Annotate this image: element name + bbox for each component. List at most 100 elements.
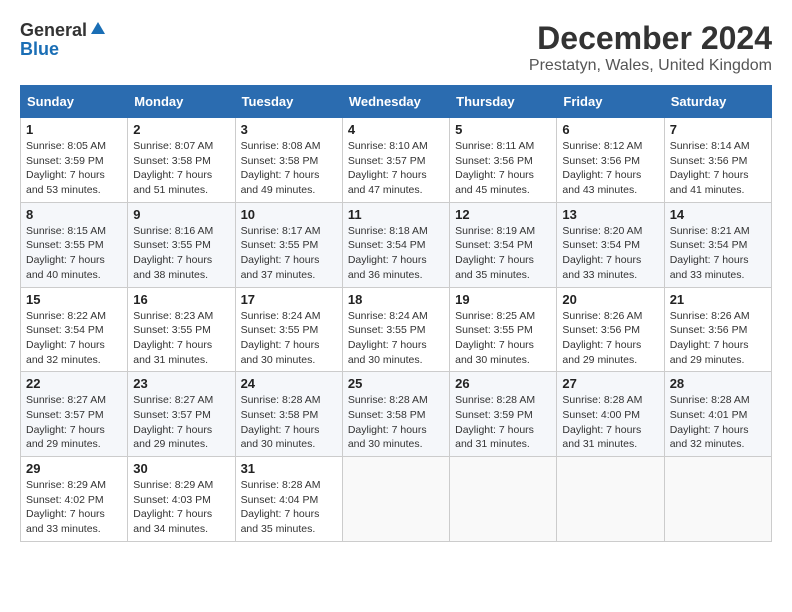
calendar-cell: 6 Sunrise: 8:12 AMSunset: 3:56 PMDaylight… <box>557 118 664 203</box>
day-info: Sunrise: 8:24 AMSunset: 3:55 PMDaylight:… <box>241 309 337 368</box>
calendar-cell: 13 Sunrise: 8:20 AMSunset: 3:54 PMDayligh… <box>557 202 664 287</box>
day-number: 13 <box>562 207 658 222</box>
day-number: 26 <box>455 376 551 391</box>
calendar-cell: 11 Sunrise: 8:18 AMSunset: 3:54 PMDayligh… <box>342 202 449 287</box>
day-number: 19 <box>455 292 551 307</box>
day-number: 25 <box>348 376 444 391</box>
day-number: 7 <box>670 122 766 137</box>
col-header-thursday: Thursday <box>450 86 557 118</box>
day-info: Sunrise: 8:20 AMSunset: 3:54 PMDaylight:… <box>562 224 658 283</box>
day-number: 29 <box>26 461 122 476</box>
day-info: Sunrise: 8:24 AMSunset: 3:55 PMDaylight:… <box>348 309 444 368</box>
calendar-cell: 14 Sunrise: 8:21 AMSunset: 3:54 PMDayligh… <box>664 202 771 287</box>
col-header-monday: Monday <box>128 86 235 118</box>
day-number: 27 <box>562 376 658 391</box>
col-header-friday: Friday <box>557 86 664 118</box>
day-info: Sunrise: 8:11 AMSunset: 3:56 PMDaylight:… <box>455 139 551 198</box>
col-header-saturday: Saturday <box>664 86 771 118</box>
calendar-cell: 24Sunrise: 8:28 AMSunset: 3:58 PMDayligh… <box>235 372 342 457</box>
calendar-cell: 25 Sunrise: 8:28 AMSunset: 3:58 PMDayligh… <box>342 372 449 457</box>
logo-blue-text: Blue <box>20 39 59 60</box>
logo-icon <box>89 20 107 38</box>
calendar-cell: 17 Sunrise: 8:24 AMSunset: 3:55 PMDayligh… <box>235 287 342 372</box>
calendar-cell: 15Sunrise: 8:22 AMSunset: 3:54 PMDayligh… <box>21 287 128 372</box>
col-header-wednesday: Wednesday <box>342 86 449 118</box>
day-number: 2 <box>133 122 229 137</box>
day-number: 6 <box>562 122 658 137</box>
calendar-cell: 10 Sunrise: 8:17 AMSunset: 3:55 PMDayligh… <box>235 202 342 287</box>
logo: General Blue <box>20 20 107 60</box>
day-number: 16 <box>133 292 229 307</box>
logo-general-text: General <box>20 20 87 41</box>
day-number: 21 <box>670 292 766 307</box>
calendar-cell: 18Sunrise: 8:24 AMSunset: 3:55 PMDayligh… <box>342 287 449 372</box>
day-info: Sunrise: 8:27 AMSunset: 3:57 PMDaylight:… <box>133 393 229 452</box>
calendar-week-row: 15Sunrise: 8:22 AMSunset: 3:54 PMDayligh… <box>21 287 772 372</box>
month-title: December 2024 <box>529 20 772 57</box>
day-info: Sunrise: 8:18 AMSunset: 3:54 PMDaylight:… <box>348 224 444 283</box>
day-info: Sunrise: 8:26 AMSunset: 3:56 PMDaylight:… <box>670 309 766 368</box>
col-header-tuesday: Tuesday <box>235 86 342 118</box>
day-number: 3 <box>241 122 337 137</box>
calendar-cell: 7 Sunrise: 8:14 AMSunset: 3:56 PMDaylight… <box>664 118 771 203</box>
day-info: Sunrise: 8:10 AMSunset: 3:57 PMDaylight:… <box>348 139 444 198</box>
calendar-cell <box>557 457 664 542</box>
day-number: 17 <box>241 292 337 307</box>
calendar-cell: 20 Sunrise: 8:26 AMSunset: 3:56 PMDayligh… <box>557 287 664 372</box>
title-area: December 2024 Prestatyn, Wales, United K… <box>529 20 772 75</box>
calendar-cell: 16 Sunrise: 8:23 AMSunset: 3:55 PMDayligh… <box>128 287 235 372</box>
day-number: 31 <box>241 461 337 476</box>
day-info: Sunrise: 8:29 AMSunset: 4:03 PMDaylight:… <box>133 478 229 537</box>
day-number: 15 <box>26 292 122 307</box>
day-info: Sunrise: 8:21 AMSunset: 3:54 PMDaylight:… <box>670 224 766 283</box>
calendar-week-row: 29 Sunrise: 8:29 AMSunset: 4:02 PMDayligh… <box>21 457 772 542</box>
day-info: Sunrise: 8:28 AMSunset: 3:58 PMDaylight:… <box>348 393 444 452</box>
day-info: Sunrise: 8:17 AMSunset: 3:55 PMDaylight:… <box>241 224 337 283</box>
day-info: Sunrise: 8:16 AMSunset: 3:55 PMDaylight:… <box>133 224 229 283</box>
day-info: Sunrise: 8:29 AMSunset: 4:02 PMDaylight:… <box>26 478 122 537</box>
day-number: 8 <box>26 207 122 222</box>
day-info: Sunrise: 8:19 AMSunset: 3:54 PMDaylight:… <box>455 224 551 283</box>
calendar-cell: 4 Sunrise: 8:10 AMSunset: 3:57 PMDaylight… <box>342 118 449 203</box>
calendar-cell: 8Sunrise: 8:15 AMSunset: 3:55 PMDaylight… <box>21 202 128 287</box>
day-info: Sunrise: 8:23 AMSunset: 3:55 PMDaylight:… <box>133 309 229 368</box>
calendar-cell <box>664 457 771 542</box>
day-number: 20 <box>562 292 658 307</box>
header: General Blue December 2024 Prestatyn, Wa… <box>20 20 772 75</box>
day-info: Sunrise: 8:14 AMSunset: 3:56 PMDaylight:… <box>670 139 766 198</box>
calendar-cell <box>342 457 449 542</box>
day-number: 28 <box>670 376 766 391</box>
day-number: 30 <box>133 461 229 476</box>
calendar-cell: 3 Sunrise: 8:08 AMSunset: 3:58 PMDaylight… <box>235 118 342 203</box>
calendar-week-row: 1Sunrise: 8:05 AMSunset: 3:59 PMDaylight… <box>21 118 772 203</box>
day-info: Sunrise: 8:28 AMSunset: 4:00 PMDaylight:… <box>562 393 658 452</box>
calendar-cell: 28 Sunrise: 8:28 AMSunset: 4:01 PMDayligh… <box>664 372 771 457</box>
day-number: 10 <box>241 207 337 222</box>
day-number: 14 <box>670 207 766 222</box>
day-number: 11 <box>348 207 444 222</box>
calendar-cell: 29 Sunrise: 8:29 AMSunset: 4:02 PMDayligh… <box>21 457 128 542</box>
calendar-cell: 27 Sunrise: 8:28 AMSunset: 4:00 PMDayligh… <box>557 372 664 457</box>
day-number: 22 <box>26 376 122 391</box>
calendar-cell: 30 Sunrise: 8:29 AMSunset: 4:03 PMDayligh… <box>128 457 235 542</box>
col-header-sunday: Sunday <box>21 86 128 118</box>
calendar-cell: 12Sunrise: 8:19 AMSunset: 3:54 PMDayligh… <box>450 202 557 287</box>
calendar-cell: 5Sunrise: 8:11 AMSunset: 3:56 PMDaylight… <box>450 118 557 203</box>
day-info: Sunrise: 8:08 AMSunset: 3:58 PMDaylight:… <box>241 139 337 198</box>
calendar-table: SundayMondayTuesdayWednesdayThursdayFrid… <box>20 85 772 542</box>
calendar-cell: 31Sunrise: 8:28 AMSunset: 4:04 PMDayligh… <box>235 457 342 542</box>
day-info: Sunrise: 8:12 AMSunset: 3:56 PMDaylight:… <box>562 139 658 198</box>
calendar-cell: 9Sunrise: 8:16 AMSunset: 3:55 PMDaylight… <box>128 202 235 287</box>
calendar-cell <box>450 457 557 542</box>
calendar-cell: 19Sunrise: 8:25 AMSunset: 3:55 PMDayligh… <box>450 287 557 372</box>
calendar-cell: 23 Sunrise: 8:27 AMSunset: 3:57 PMDayligh… <box>128 372 235 457</box>
day-info: Sunrise: 8:28 AMSunset: 4:01 PMDaylight:… <box>670 393 766 452</box>
day-info: Sunrise: 8:05 AMSunset: 3:59 PMDaylight:… <box>26 139 122 198</box>
calendar-cell: 22Sunrise: 8:27 AMSunset: 3:57 PMDayligh… <box>21 372 128 457</box>
day-number: 4 <box>348 122 444 137</box>
calendar-cell: 21 Sunrise: 8:26 AMSunset: 3:56 PMDayligh… <box>664 287 771 372</box>
day-info: Sunrise: 8:26 AMSunset: 3:56 PMDaylight:… <box>562 309 658 368</box>
day-number: 23 <box>133 376 229 391</box>
calendar-header-row: SundayMondayTuesdayWednesdayThursdayFrid… <box>21 86 772 118</box>
day-info: Sunrise: 8:28 AMSunset: 3:58 PMDaylight:… <box>241 393 337 452</box>
